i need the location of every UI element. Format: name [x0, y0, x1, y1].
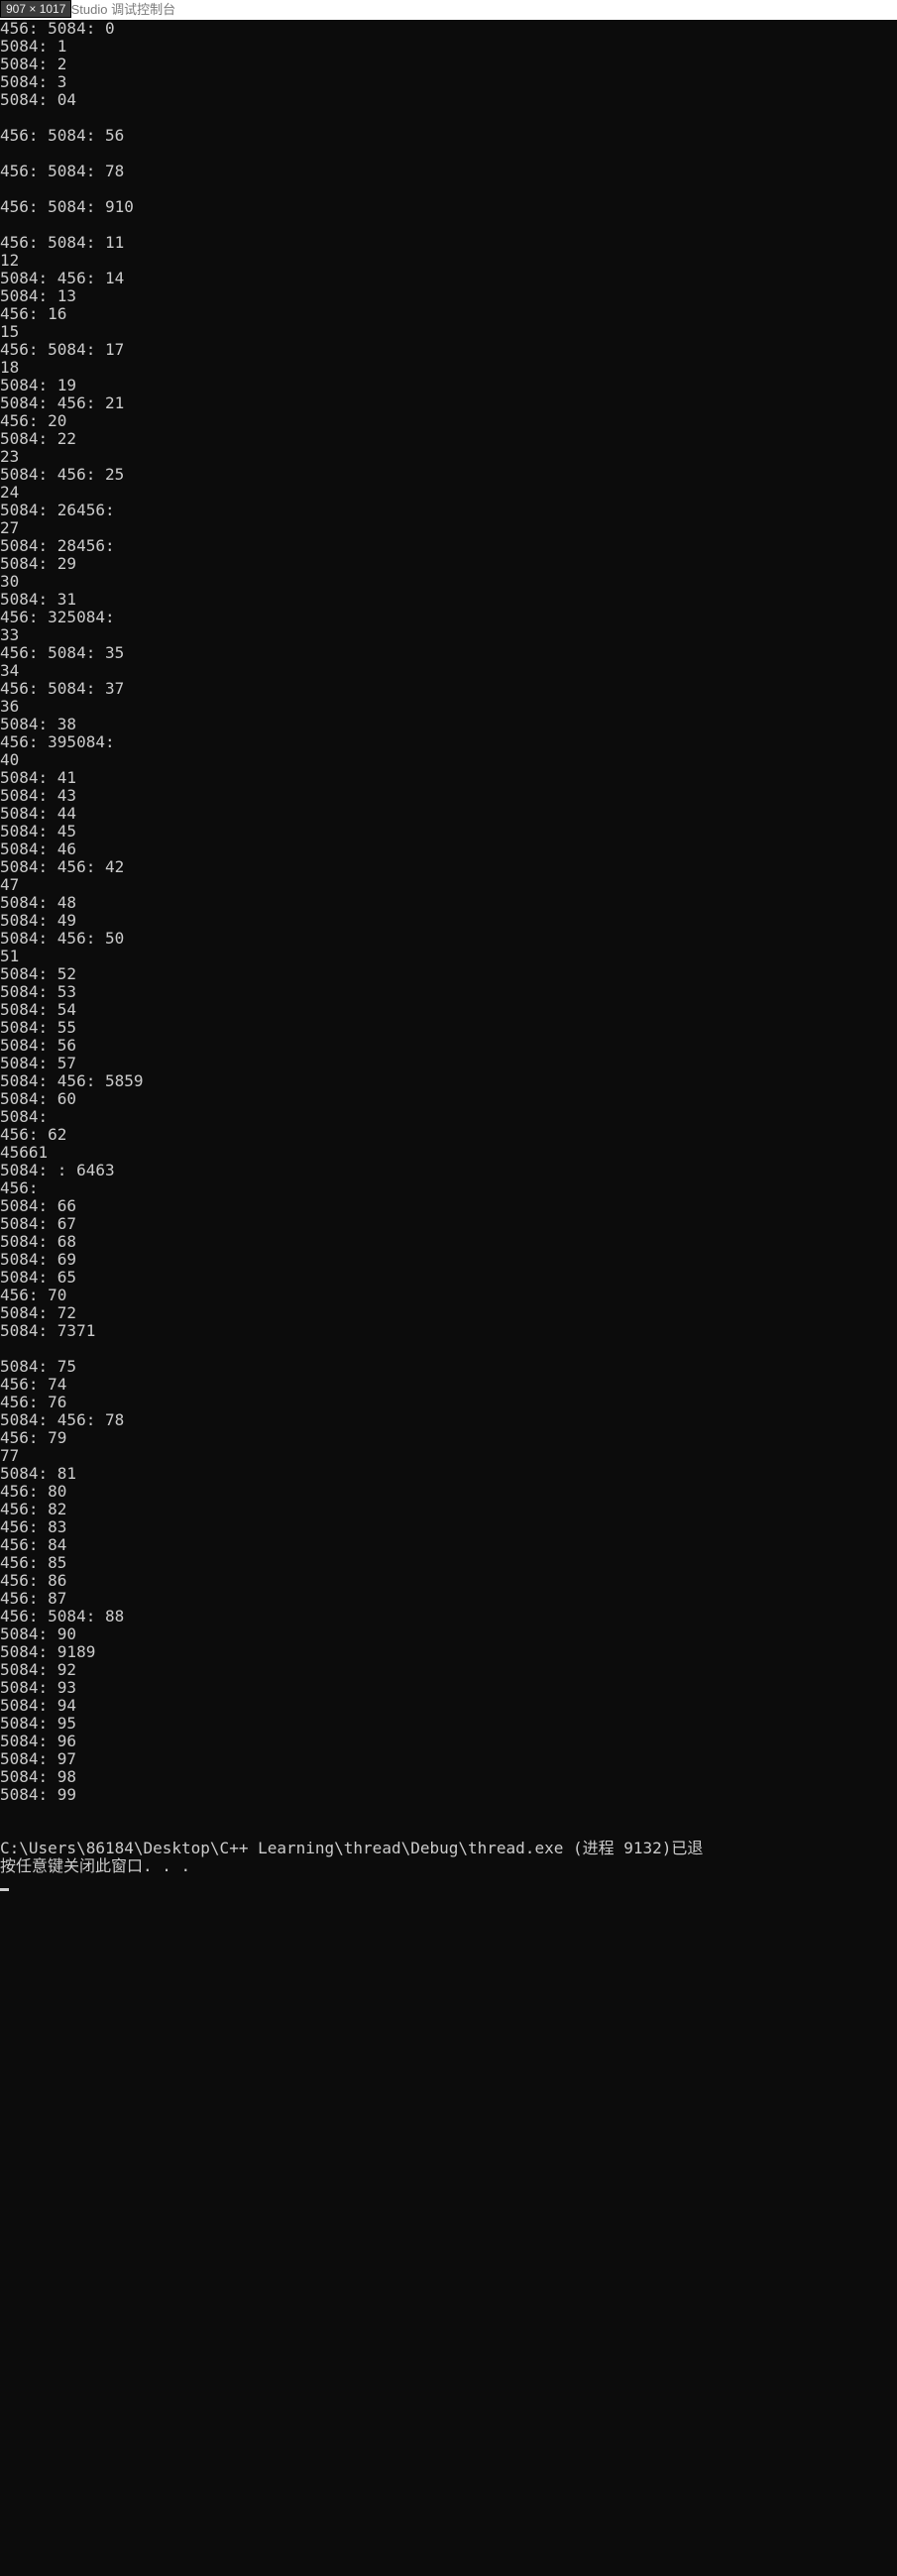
console-output[interactable]: 456: 5084: 0 5084: 1 5084: 2 5084: 3 508…: [0, 20, 897, 2557]
window-titlebar: ft Visual Studio 调试控制台: [0, 0, 897, 20]
press-any-key-prompt: 按任意键关闭此窗口. . .: [0, 1856, 190, 1875]
exit-status-line: C:\Users\86184\Desktop\C++ Learning\thre…: [0, 1839, 703, 1857]
dimension-badge: 907 × 1017: [0, 0, 71, 18]
console-lines: 456: 5084: 0 5084: 1 5084: 2 5084: 3 508…: [0, 19, 144, 1804]
cursor: [0, 1888, 9, 1891]
